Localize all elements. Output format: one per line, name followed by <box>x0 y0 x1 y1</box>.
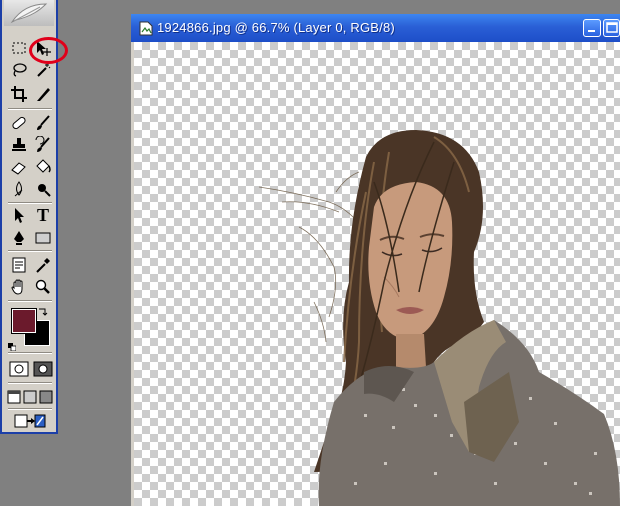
foreground-color-swatch[interactable] <box>11 308 37 334</box>
feather-logo-icon[interactable] <box>4 0 54 26</box>
slice-icon[interactable] <box>32 83 54 105</box>
paint-bucket-icon[interactable] <box>32 156 54 178</box>
quick-mask-icon[interactable] <box>32 358 54 380</box>
woman-cutout-image <box>258 130 620 506</box>
tool-palette: T <box>0 0 68 434</box>
maximize-icon <box>606 22 618 33</box>
full-screen-icon[interactable] <box>38 386 54 408</box>
clone-stamp-icon[interactable] <box>8 134 30 156</box>
type-tool-icon[interactable]: T <box>32 204 54 226</box>
maximize-button[interactable] <box>603 19 620 37</box>
notes-icon[interactable] <box>8 254 30 276</box>
standard-mode-icon[interactable] <box>8 358 30 380</box>
document-title: 1924866.jpg @ 66.7% (Layer 0, RGB/8) <box>157 20 395 35</box>
hand-icon[interactable] <box>8 276 30 298</box>
swap-colors-icon[interactable] <box>38 303 48 316</box>
document-window: 1924866.jpg @ 66.7% (Layer 0, RGB/8) <box>131 14 620 506</box>
blur-icon[interactable] <box>8 178 30 200</box>
annotation-circle <box>29 37 68 64</box>
zoom-icon[interactable] <box>32 276 54 298</box>
pen-icon[interactable] <box>8 227 30 249</box>
document-icon <box>139 21 153 36</box>
full-screen-menu-icon[interactable] <box>22 386 38 408</box>
standard-screen-icon[interactable] <box>6 386 22 408</box>
minimize-button[interactable] <box>583 19 601 37</box>
history-brush-icon[interactable] <box>32 134 54 156</box>
lasso-icon[interactable] <box>8 59 30 81</box>
rectangular-marquee-icon[interactable] <box>8 37 30 59</box>
crop-icon[interactable] <box>8 83 30 105</box>
jump-to-imageready-icon[interactable] <box>14 410 46 432</box>
brush-icon[interactable] <box>32 112 54 134</box>
image-canvas[interactable] <box>134 42 620 506</box>
eraser-icon[interactable] <box>8 156 30 178</box>
healing-brush-icon[interactable] <box>8 112 30 134</box>
path-selection-icon[interactable] <box>8 204 30 226</box>
dodge-icon[interactable] <box>32 178 54 200</box>
eyedropper-icon[interactable] <box>32 254 54 276</box>
document-titlebar[interactable]: 1924866.jpg @ 66.7% (Layer 0, RGB/8) <box>131 14 620 42</box>
default-colors-icon[interactable] <box>8 338 17 352</box>
minimize-icon <box>588 30 595 32</box>
rectangle-shape-icon[interactable] <box>32 227 54 249</box>
